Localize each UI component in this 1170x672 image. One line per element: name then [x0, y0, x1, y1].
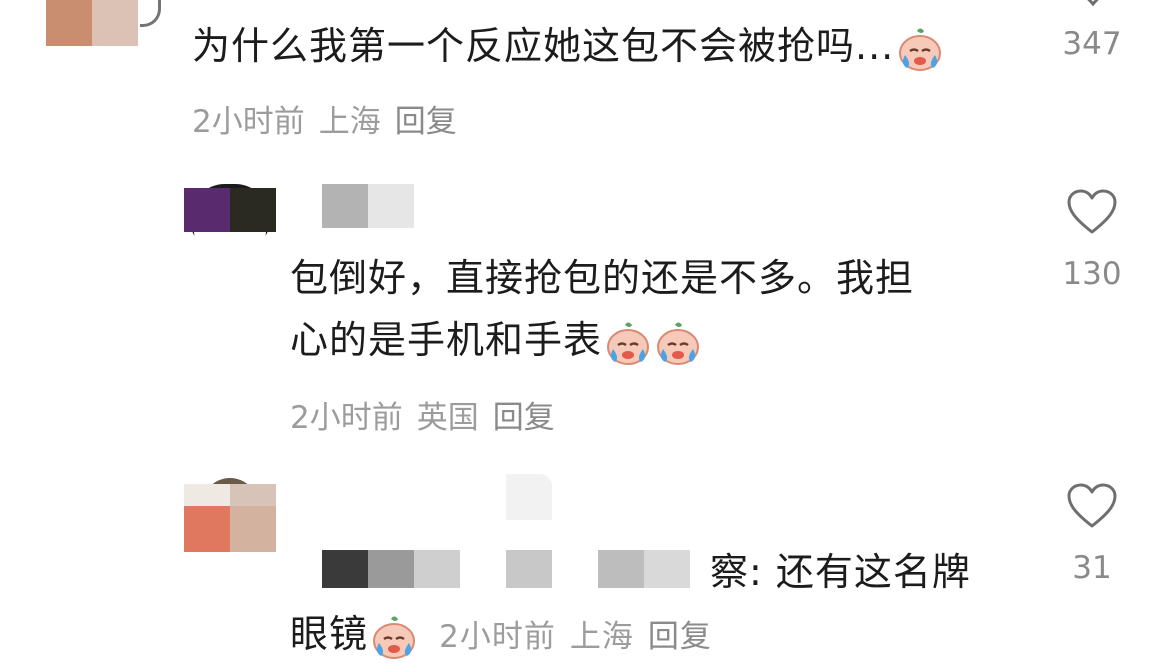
username-censored[interactable]: [506, 474, 552, 520]
comment-location: 上海: [318, 104, 381, 140]
comment-location: 英国: [416, 400, 479, 436]
reply-button[interactable]: 回复: [395, 104, 457, 140]
comment-line-2-text: 心的是手机和手表: [290, 318, 603, 362]
avatar-edge: [140, 0, 161, 27]
comment-body: 为什么我第一个反应她这包不会被抢吗...: [192, 24, 895, 68]
avatar-censored[interactable]: [46, 0, 138, 46]
like-count: 31: [1072, 550, 1112, 586]
like-heart-icon[interactable]: [1072, 0, 1114, 8]
crying-face-emoji-icon: [370, 613, 418, 661]
comment-time: 2小时前: [290, 400, 403, 436]
comment-location: 上海: [569, 619, 634, 655]
comment-text: 为什么我第一个反应她这包不会被抢吗...: [192, 22, 1032, 73]
comment-meta: 2小时前 上海 回复: [439, 619, 726, 655]
reply-button[interactable]: 回复: [648, 619, 712, 655]
comment-line-2-text: 眼镜: [290, 612, 369, 656]
comment-body: 察: 还有这名牌: [710, 550, 971, 594]
crying-face-emoji-icon: [896, 25, 944, 73]
comment-time: 2小时前: [439, 619, 556, 655]
like-count: 130: [1062, 256, 1122, 292]
comment-line-1: 察: 还有这名牌: [290, 548, 1010, 596]
comment-meta: 2小时前 英国 回复: [290, 392, 569, 437]
crying-face-emoji-icon: [604, 319, 652, 367]
comment-text: 察: 还有这名牌 眼镜 2小时前 上海 回复: [290, 548, 1010, 661]
comment-text: 包倒好，直接抢包的还是不多。我担 心的是手机和手表: [290, 254, 1010, 367]
username-censored[interactable]: [322, 184, 414, 228]
comment-time: 2小时前: [192, 104, 305, 140]
like-count: 347: [1062, 26, 1122, 62]
comment-line-2: 心的是手机和手表: [290, 316, 1010, 367]
avatar-censored[interactable]: [184, 184, 276, 254]
reply-button[interactable]: 回复: [493, 400, 555, 436]
crying-face-emoji-icon: [654, 319, 702, 367]
like-heart-icon[interactable]: [1066, 188, 1118, 236]
comment-line-1: 包倒好，直接抢包的还是不多。我担: [290, 256, 915, 300]
avatar-censored[interactable]: [184, 478, 276, 552]
comment-line-2: 眼镜 2小时前 上海 回复: [290, 610, 1010, 661]
like-heart-icon[interactable]: [1066, 482, 1118, 530]
comment-meta: 2小时前 上海 回复: [192, 96, 471, 141]
